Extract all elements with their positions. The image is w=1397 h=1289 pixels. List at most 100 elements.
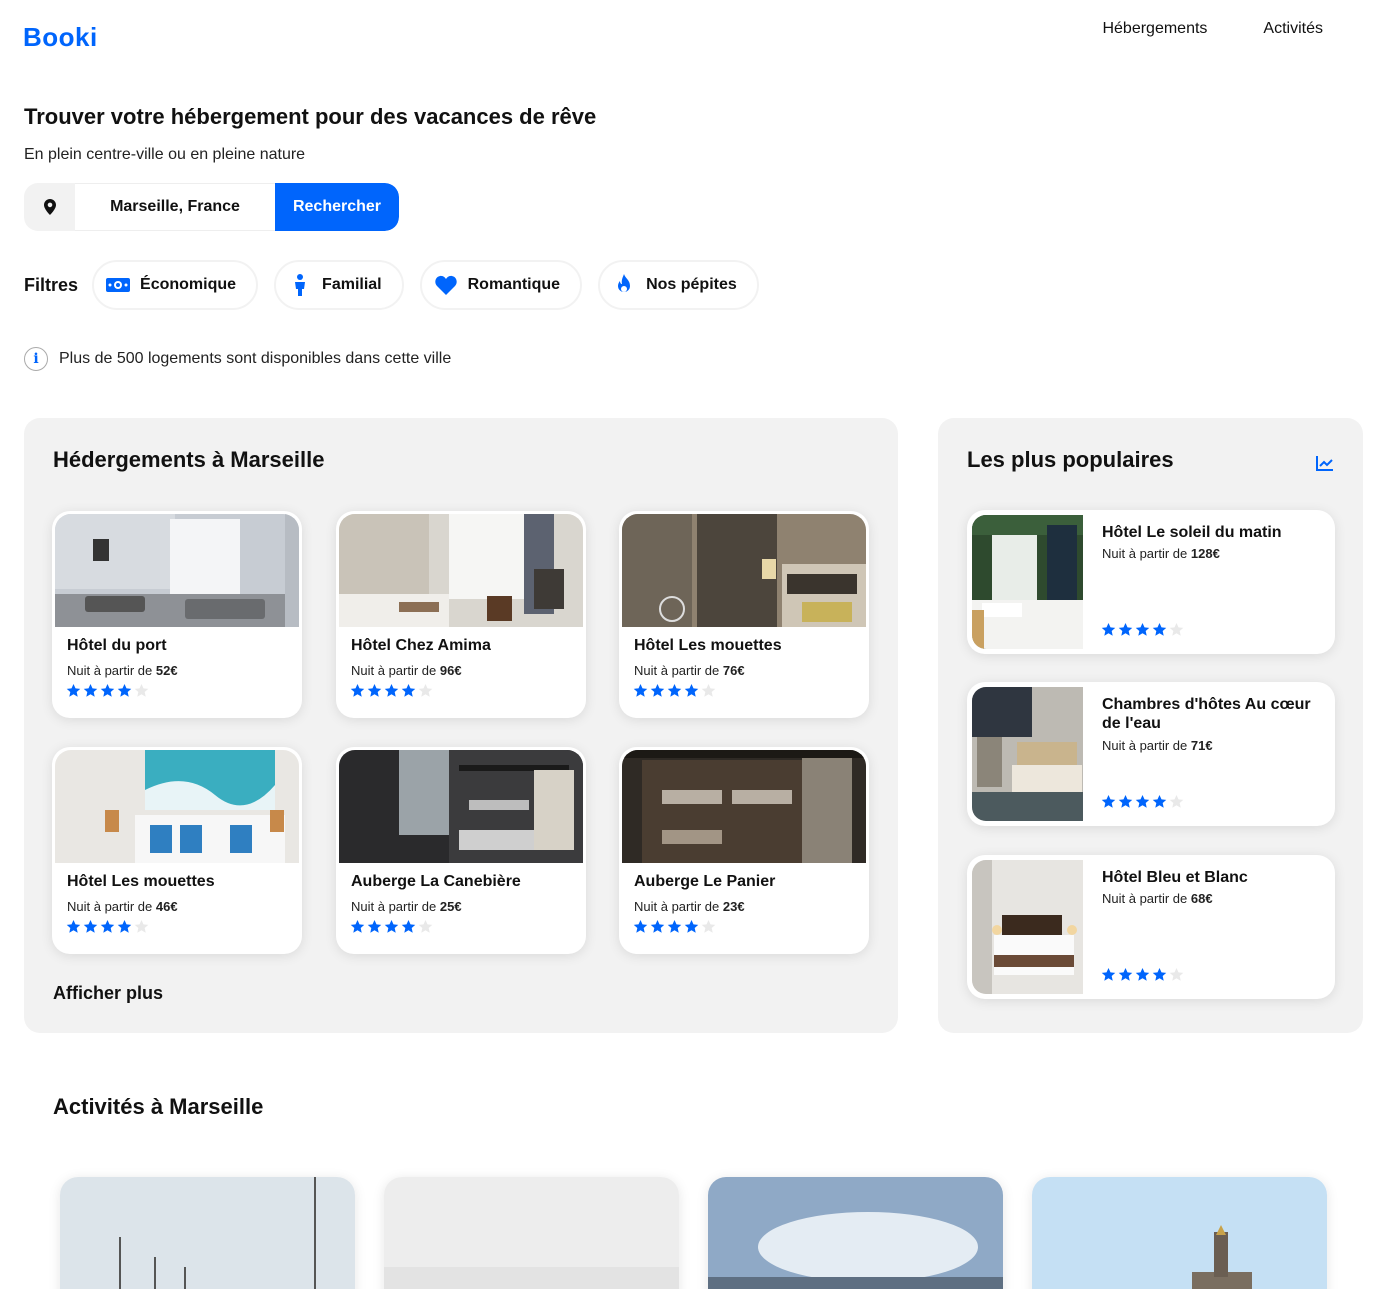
popular-price: Nuit à partir de 68€ xyxy=(1102,891,1213,906)
star-empty-icon xyxy=(418,919,433,939)
lodging-name: Hôtel du port xyxy=(67,637,167,654)
search-bar: Marseille, France Rechercher xyxy=(24,183,399,231)
activity-photo xyxy=(708,1177,1003,1289)
star-filled-icon xyxy=(667,919,682,939)
star-empty-icon xyxy=(701,919,716,939)
star-filled-icon xyxy=(401,919,416,939)
popular-card[interactable]: Hôtel Le soleil du matin Nuit à partir d… xyxy=(967,510,1335,654)
lodging-card[interactable]: Hôtel du port Nuit à partir de 52€ xyxy=(52,511,302,718)
lodging-price: Nuit à partir de 46€ xyxy=(67,899,178,914)
star-filled-icon xyxy=(117,683,132,703)
lodging-photo xyxy=(55,514,299,627)
star-filled-icon xyxy=(650,919,665,939)
lodging-price: Nuit à partir de 76€ xyxy=(634,663,745,678)
lodging-photo xyxy=(55,750,299,863)
lodging-card[interactable]: Auberge La Canebière Nuit à partir de 25… xyxy=(336,747,586,954)
lodging-card[interactable]: Hôtel Chez Amima Nuit à partir de 96€ xyxy=(336,511,586,718)
nav-hebergements[interactable]: Hébergements xyxy=(1102,18,1207,40)
rating-stars xyxy=(633,919,716,939)
star-empty-icon xyxy=(1169,794,1184,814)
lodging-card[interactable]: Hôtel Les mouettes Nuit à partir de 46€ xyxy=(52,747,302,954)
star-filled-icon xyxy=(1101,967,1116,987)
popular-section: Les plus populaires Hôtel Le soleil du m… xyxy=(938,418,1363,1033)
star-empty-icon xyxy=(418,683,433,703)
lodging-photo xyxy=(622,750,866,863)
booki-logo[interactable]: Booki xyxy=(23,22,98,53)
lodging-price: Nuit à partir de 23€ xyxy=(634,899,745,914)
popular-name: Hôtel Bleu et Blanc xyxy=(1102,869,1248,886)
rating-stars xyxy=(350,919,433,939)
lodging-card[interactable]: Hôtel Les mouettes Nuit à partir de 76€ xyxy=(619,511,869,718)
rating-stars xyxy=(66,683,149,703)
popular-card[interactable]: Chambres d'hôtes Au cœur de l'eau Nuit à… xyxy=(967,682,1335,826)
star-filled-icon xyxy=(401,683,416,703)
star-filled-icon xyxy=(1135,967,1150,987)
star-filled-icon xyxy=(100,919,115,939)
star-filled-icon xyxy=(350,683,365,703)
filter-label: Familial xyxy=(322,276,382,293)
heart-icon xyxy=(434,273,458,297)
star-filled-icon xyxy=(684,683,699,703)
popular-photo xyxy=(972,687,1083,821)
star-empty-icon xyxy=(1169,967,1184,987)
star-filled-icon xyxy=(83,683,98,703)
activities-title: Activités à Marseille xyxy=(53,1094,264,1119)
star-filled-icon xyxy=(633,683,648,703)
fire-icon xyxy=(612,273,636,297)
popular-name: Chambres d'hôtes Au cœur de l'eau xyxy=(1102,696,1311,732)
main-nav: Hébergements Activités xyxy=(1102,18,1323,40)
popular-photo xyxy=(972,515,1083,649)
activity-card[interactable] xyxy=(1032,1177,1327,1289)
filter-label: Romantique xyxy=(467,276,561,293)
page-title: Trouver votre hébergement pour des vacan… xyxy=(24,104,597,129)
popular-photo xyxy=(972,860,1083,994)
star-empty-icon xyxy=(701,683,716,703)
rating-stars xyxy=(1101,622,1184,642)
star-filled-icon xyxy=(1135,794,1150,814)
lodgings-section: Hédergements à Marseille Hôtel du port N… xyxy=(24,418,898,1033)
activity-photo xyxy=(384,1177,679,1289)
star-filled-icon xyxy=(684,919,699,939)
show-more-link[interactable]: Afficher plus xyxy=(53,983,163,1004)
page-subtitle: En plein centre-ville ou en pleine natur… xyxy=(24,146,306,163)
star-filled-icon xyxy=(667,683,682,703)
star-filled-icon xyxy=(66,683,81,703)
star-filled-icon xyxy=(1118,622,1133,642)
activity-card[interactable] xyxy=(708,1177,1003,1289)
popular-price: Nuit à partir de 128€ xyxy=(1102,546,1220,561)
popular-card[interactable]: Hôtel Bleu et Blanc Nuit à partir de 68€ xyxy=(967,855,1335,999)
star-filled-icon xyxy=(117,919,132,939)
activity-card[interactable] xyxy=(60,1177,355,1289)
filter-romantique[interactable]: Romantique xyxy=(419,260,583,310)
star-filled-icon xyxy=(650,683,665,703)
lodging-photo xyxy=(339,514,583,627)
search-button[interactable]: Rechercher xyxy=(275,183,399,231)
search-input[interactable]: Marseille, France xyxy=(75,183,275,231)
star-filled-icon xyxy=(350,919,365,939)
rating-stars xyxy=(350,683,433,703)
star-filled-icon xyxy=(1118,967,1133,987)
lodging-price: Nuit à partir de 96€ xyxy=(351,663,462,678)
activity-photo xyxy=(60,1177,355,1289)
availability-info: i Plus de 500 logements sont disponibles… xyxy=(24,347,451,371)
lodging-price: Nuit à partir de 25€ xyxy=(351,899,462,914)
lodging-card[interactable]: Auberge Le Panier Nuit à partir de 23€ xyxy=(619,747,869,954)
star-filled-icon xyxy=(367,919,382,939)
info-icon: i xyxy=(24,347,48,371)
filter-economique[interactable]: Économique xyxy=(92,260,259,310)
trend-chart-icon xyxy=(1315,454,1335,472)
lodging-name: Auberge Le Panier xyxy=(634,873,776,890)
filter-familial[interactable]: Familial xyxy=(274,260,404,310)
nav-activites[interactable]: Activités xyxy=(1263,18,1323,40)
star-empty-icon xyxy=(134,919,149,939)
rating-stars xyxy=(1101,967,1184,987)
filters-bar: Filtres Économique Familial Romantique N… xyxy=(24,260,775,310)
person-icon xyxy=(288,273,312,297)
filter-label: Nos pépites xyxy=(646,276,737,293)
filter-nos-pepites[interactable]: Nos pépites xyxy=(598,260,759,310)
activity-photo xyxy=(1032,1177,1327,1289)
popular-price: Nuit à partir de 71€ xyxy=(1102,738,1213,753)
lodging-price: Nuit à partir de 52€ xyxy=(67,663,178,678)
activity-card[interactable] xyxy=(384,1177,679,1289)
star-filled-icon xyxy=(83,919,98,939)
